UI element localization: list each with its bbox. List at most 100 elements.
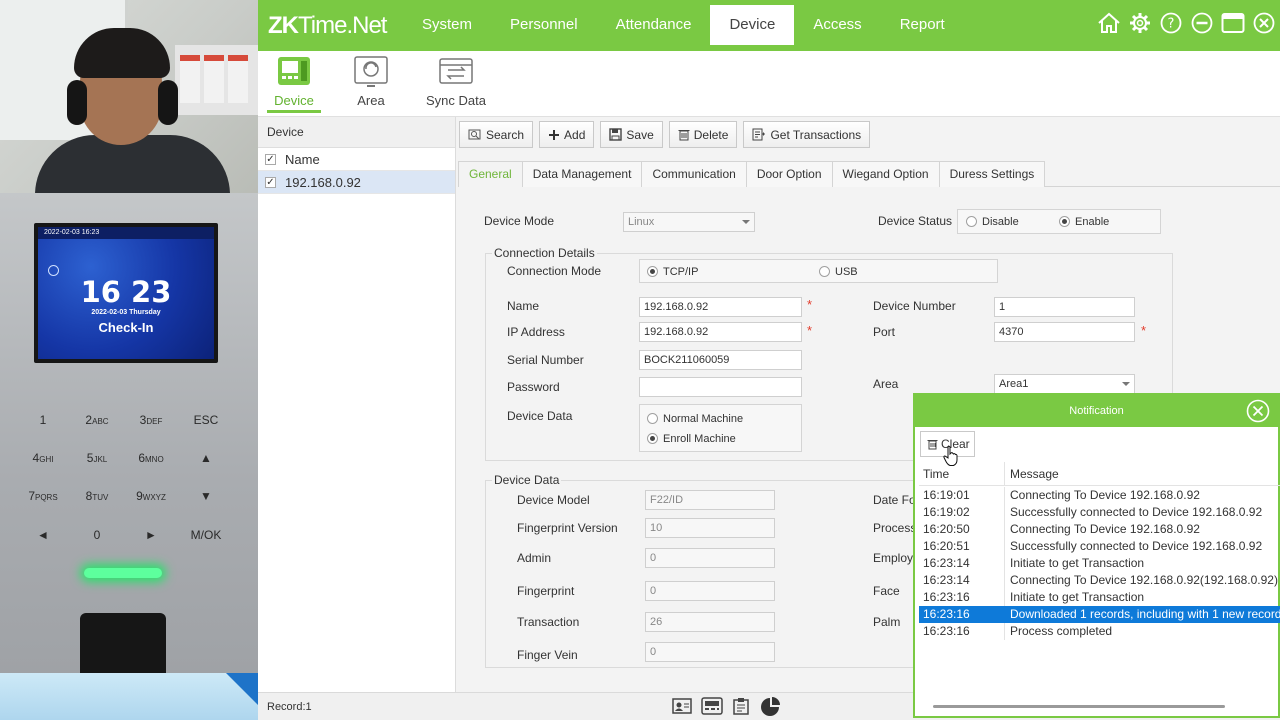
radio-icon (647, 413, 658, 424)
finger-vein-label: Finger Vein (517, 648, 578, 662)
column-name-label: Name (285, 151, 320, 167)
tab-communication[interactable]: Communication (641, 161, 747, 187)
device-data-title: Device Data (492, 473, 562, 487)
notification-row[interactable]: 16:20:51 Successfully connected to Device… (919, 538, 1280, 555)
notification-time-cell: 16:23:16 (919, 606, 1005, 623)
device-status-group: Disable Enable (957, 209, 1161, 234)
notification-row[interactable]: 16:20:50 Connecting To Device 192.168.0.9… (919, 521, 1280, 538)
clipboard-icon[interactable] (732, 697, 750, 715)
device-number-field[interactable]: 1 (994, 297, 1135, 317)
top-bar: ZKTime.Net System Personnel Attendance Devi… (258, 0, 1280, 51)
status-led (84, 568, 162, 578)
menu-device[interactable]: Device (710, 5, 795, 45)
transaction-field: 26 (645, 612, 775, 632)
tab-wiegand-option[interactable]: Wiegand Option (831, 161, 940, 187)
delete-button[interactable]: Delete (668, 121, 738, 148)
gear-icon[interactable] (1128, 11, 1152, 35)
minimize-icon[interactable] (1190, 11, 1214, 35)
notification-row[interactable]: 16:23:14 Connecting To Device 192.168.0.9… (919, 572, 1280, 589)
port-field[interactable]: 4370 (994, 322, 1135, 342)
tab-general[interactable]: General (458, 161, 523, 187)
home-icon[interactable] (1097, 11, 1121, 35)
submenu-area[interactable]: Area (352, 55, 390, 108)
menu-access[interactable]: Access (794, 5, 880, 45)
menu-personnel[interactable]: Personnel (491, 5, 597, 45)
close-icon[interactable] (1252, 11, 1276, 35)
chevron-down-icon (742, 220, 750, 224)
notification-row[interactable]: 16:23:16 Initiate to get Transaction (919, 589, 1280, 606)
notification-time-cell: 16:23:14 (919, 572, 1005, 589)
id-card-icon[interactable] (672, 697, 692, 715)
message-column-header: Message (1010, 467, 1059, 481)
select-all-checkbox[interactable]: ✓ (265, 153, 276, 165)
device-list-row[interactable]: ✓ 192.168.0.92 (258, 171, 455, 194)
fingerprint-sensor (80, 613, 166, 673)
menu-system[interactable]: System (403, 5, 491, 45)
save-button[interactable]: Save (600, 121, 663, 148)
add-button[interactable]: Add (539, 121, 595, 148)
normal-machine-label: Normal Machine (663, 413, 744, 425)
row-checkbox[interactable]: ✓ (265, 176, 276, 188)
notification-message-cell: Downloaded 1 records, including with 1 n… (1010, 607, 1280, 621)
pie-chart-icon[interactable] (759, 697, 781, 717)
keypad-key: M/OK (190, 528, 222, 542)
plus-icon (549, 129, 560, 140)
record-count: Record:1 (267, 701, 312, 713)
notification-window: Notification Clear Time Message 16:19:01… (913, 393, 1280, 718)
headphone-right (158, 80, 178, 125)
port-label: Port (873, 325, 896, 339)
notification-message-cell: Successfully connected to Device 192.168… (1010, 505, 1263, 519)
device-mode-select[interactable]: Linux (623, 212, 755, 232)
normal-machine-option[interactable]: Normal Machine (647, 413, 743, 425)
get-transactions-button[interactable]: Get Transactions (743, 121, 871, 148)
help-icon[interactable]: ? (1159, 11, 1183, 35)
notification-row[interactable]: 16:23:16 Downloaded 1 records, including … (919, 606, 1280, 623)
serial-number-field[interactable]: BOCK211060059 (639, 350, 802, 370)
enroll-machine-option[interactable]: Enroll Machine (647, 433, 736, 445)
window-controls: ? (1097, 11, 1276, 35)
tab-data-management[interactable]: Data Management (521, 161, 643, 187)
notification-table: Time Message 16:19:01 Connecting To Devic… (919, 462, 1280, 702)
device-list-column-header: ✓ Name (258, 148, 455, 171)
enroll-machine-label: Enroll Machine (663, 433, 736, 445)
processor-label: Process (873, 521, 917, 535)
status-disable-option[interactable]: Disable (966, 216, 1019, 228)
status-enable-option[interactable]: Enable (1059, 216, 1109, 228)
menu-report[interactable]: Report (881, 5, 964, 45)
tcpip-label: TCP/IP (663, 266, 699, 278)
admin-field: 0 (645, 548, 775, 568)
save-icon (609, 128, 623, 141)
password-field[interactable] (639, 377, 802, 397)
notification-row[interactable]: 16:23:14 Initiate to get Transaction (919, 555, 1280, 572)
tab-door-option[interactable]: Door Option (745, 161, 833, 187)
product-box (204, 55, 224, 103)
notification-row[interactable]: 16:19:01 Connecting To Device 192.168.0.9… (919, 487, 1280, 504)
submenu-device-label: Device (274, 93, 314, 108)
terminal-mode: Check-In (98, 320, 154, 335)
tcpip-option[interactable]: TCP/IP (647, 266, 698, 278)
menu-attendance[interactable]: Attendance (597, 5, 711, 45)
status-enable-label: Enable (1075, 216, 1110, 228)
bottom-strip (0, 673, 258, 720)
maximize-icon[interactable] (1221, 11, 1245, 35)
notification-row[interactable]: 16:23:16 Process completed (919, 623, 1280, 640)
submenu-device[interactable]: Device (267, 55, 321, 113)
area-select[interactable]: Area1 (994, 374, 1135, 394)
keypad-key: 6MNO (138, 451, 164, 465)
submenu-sync-data[interactable]: Sync Data (426, 55, 486, 108)
name-field[interactable]: 192.168.0.92 (639, 297, 802, 317)
keypad-key: ▲ (200, 451, 212, 465)
tab-duress-settings[interactable]: Duress Settings (938, 161, 1046, 187)
ip-address-field[interactable]: 192.168.0.92 (639, 322, 802, 342)
notification-row[interactable]: 16:19:02 Successfully connected to Device… (919, 504, 1280, 521)
notification-close-icon[interactable] (1246, 399, 1270, 423)
device-data-type-label: Device Data (507, 409, 573, 423)
horizontal-scrollbar[interactable] (933, 705, 1225, 708)
device-mode-label: Device Mode (484, 214, 555, 228)
usb-option[interactable]: USB (819, 266, 858, 278)
finger-vein-field: 0 (645, 642, 775, 662)
notification-time-cell: 16:23:14 (919, 555, 1005, 572)
notification-time-cell: 16:19:01 (919, 487, 1005, 504)
device-status-icon[interactable] (701, 697, 723, 715)
search-button[interactable]: Search (459, 121, 534, 148)
